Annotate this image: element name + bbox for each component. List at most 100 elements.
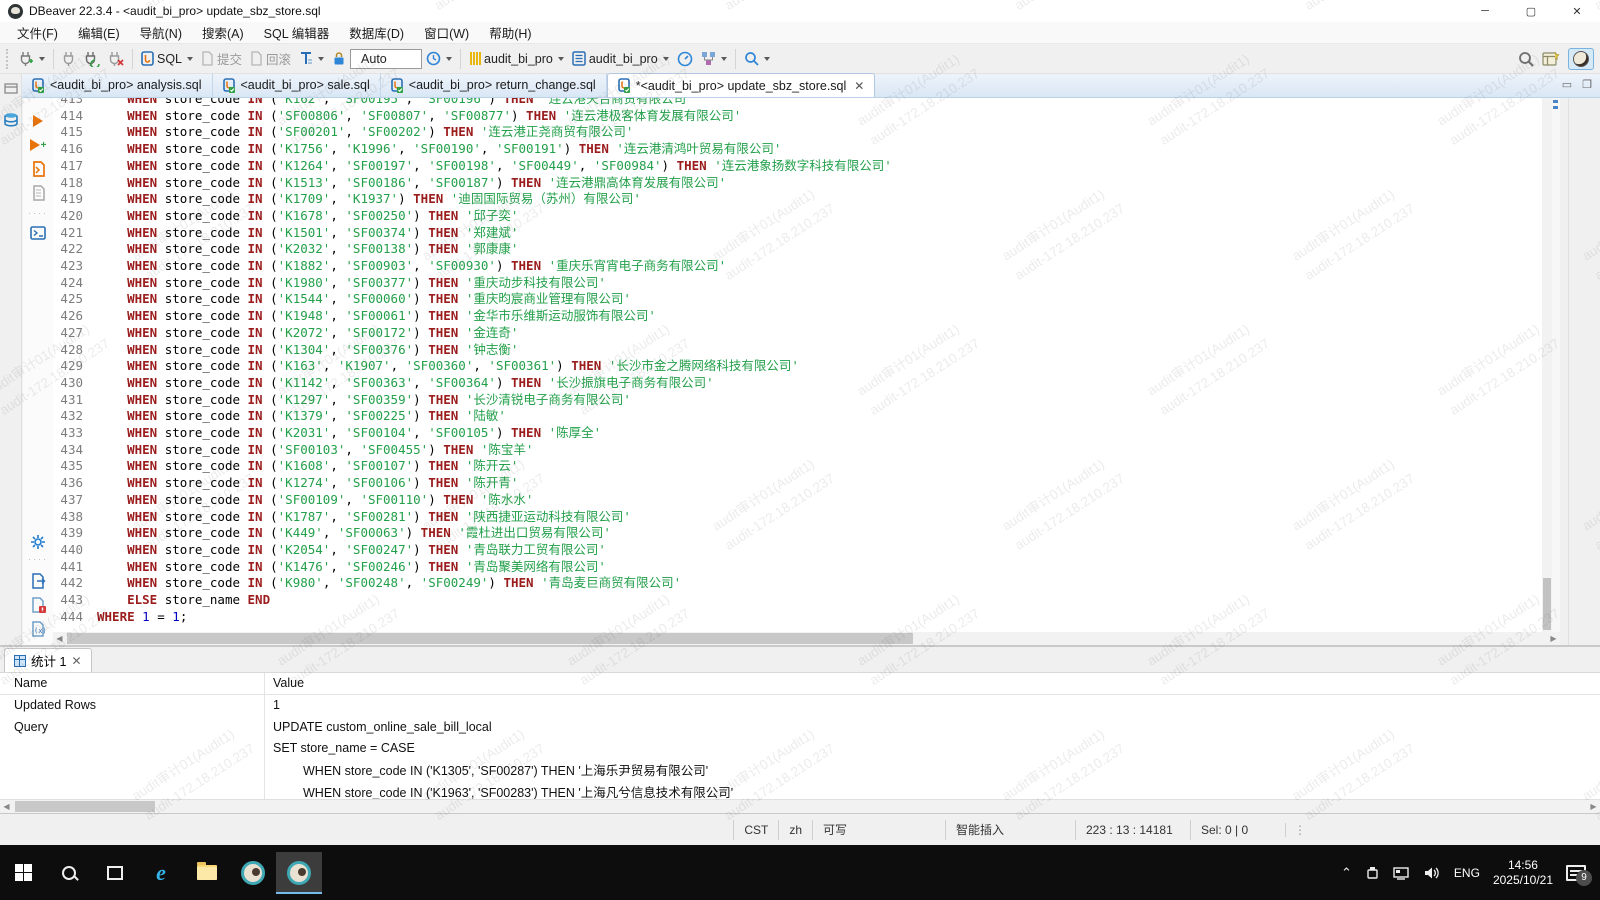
editor-tab-2[interactable]: <audit_bi_pro> return_change.sql — [381, 73, 607, 97]
menu-item-4[interactable]: SQL 编辑器 — [255, 21, 339, 44]
dbeaver-perspective-button[interactable] — [1568, 48, 1594, 70]
menu-item-0[interactable]: 文件(F) — [8, 21, 67, 44]
dashboard-button[interactable] — [673, 48, 697, 70]
editor-tab-3[interactable]: *<audit_bi_pro> update_sbz_store.sql✕ — [607, 73, 876, 97]
code-line[interactable]: 428 WHEN store_code IN ('K1304', 'SF0037… — [53, 342, 1542, 359]
database-navigator-icon[interactable] — [2, 111, 19, 128]
database-selector[interactable]: audit_bi_pro — [568, 48, 673, 69]
scroll-right-arrow-icon[interactable]: ▶ — [1587, 800, 1600, 813]
settings-gear-icon[interactable] — [28, 533, 48, 551]
editor-vertical-scrollbar[interactable] — [1542, 98, 1552, 632]
code-line[interactable]: 438 WHEN store_code IN ('K1787', 'SF0028… — [53, 509, 1542, 526]
code-line[interactable]: 431 WHEN store_code IN ('K1297', 'SF0035… — [53, 392, 1542, 409]
code-line[interactable]: 444WHERE 1 = 1; — [53, 609, 1542, 626]
execute-new-tab-button[interactable]: + — [28, 136, 48, 154]
commit-button[interactable]: 提交 — [197, 46, 246, 71]
code-line[interactable]: 439 WHEN store_code IN ('K449', 'SF00063… — [53, 525, 1542, 542]
input-language[interactable]: ENG — [1454, 866, 1480, 880]
editor-horizontal-scrollbar[interactable]: ◀ ▶ — [53, 632, 1560, 645]
code-line[interactable]: 421 WHEN store_code IN ('K1501', 'SF0037… — [53, 225, 1542, 242]
usb-device-icon[interactable] — [1365, 866, 1380, 880]
editor-tab-0[interactable]: <audit_bi_pro> analysis.sql — [22, 73, 213, 97]
disconnect-button[interactable] — [58, 48, 80, 70]
dbeaver-taskbar-button-active[interactable] — [276, 852, 322, 894]
stat-row[interactable]: SET store_name = CASE — [0, 738, 1600, 760]
code-line[interactable]: 429 WHEN store_code IN ('K163', 'K1907',… — [53, 358, 1542, 375]
stats-col-value[interactable]: Value — [265, 676, 304, 690]
stat-row[interactable]: Updated Rows1 — [0, 695, 1600, 717]
quick-access-search-icon[interactable] — [1518, 51, 1534, 67]
code-line[interactable]: 415 WHEN store_code IN ('SF00201', 'SF00… — [53, 124, 1542, 141]
internet-explorer-button[interactable]: e — [138, 852, 184, 894]
code-line[interactable]: 423 WHEN store_code IN ('K1882', 'SF0090… — [53, 258, 1542, 275]
menu-item-3[interactable]: 搜索(A) — [193, 21, 253, 44]
connection-selector[interactable]: audit_bi_pro — [465, 48, 568, 69]
status-caret-position[interactable]: 223 : 13 : 14181 — [1075, 820, 1190, 840]
file-explorer-button[interactable] — [184, 852, 230, 894]
code-line[interactable]: 424 WHEN store_code IN ('K1980', 'SF0037… — [53, 275, 1542, 292]
code-line[interactable]: 419 WHEN store_code IN ('K1709', 'K1937'… — [53, 191, 1542, 208]
code-line[interactable]: 441 WHEN store_code IN ('K1476', 'SF0024… — [53, 559, 1542, 576]
minimize-panel-icon[interactable]: ▭ — [1562, 78, 1572, 91]
code-line[interactable]: 427 WHEN store_code IN ('K2072', 'SF0017… — [53, 325, 1542, 342]
code-line[interactable]: 413 WHEN store_code IN ('K162', 'SF00195… — [53, 98, 1542, 108]
execute-script-button[interactable] — [28, 160, 48, 178]
menu-item-7[interactable]: 帮助(H) — [480, 21, 540, 44]
perspective-icon[interactable] — [1542, 51, 1560, 67]
code-line[interactable]: 425 WHEN store_code IN ('K1544', 'SF0006… — [53, 291, 1542, 308]
maximize-button[interactable]: ▢ — [1508, 0, 1554, 22]
task-view-button[interactable] — [92, 852, 138, 894]
code-line[interactable]: 420 WHEN store_code IN ('K1678', 'SF0025… — [53, 208, 1542, 225]
code-line[interactable]: 426 WHEN store_code IN ('K1948', 'SF0006… — [53, 308, 1542, 325]
code-line[interactable]: 436 WHEN store_code IN ('K1274', 'SF0010… — [53, 475, 1542, 492]
start-button[interactable] — [0, 852, 46, 894]
code-line[interactable]: 443 ELSE store_name END — [53, 592, 1542, 609]
code-line[interactable]: 418 WHEN store_code IN ('K1513', 'SF0018… — [53, 175, 1542, 192]
rollback-button[interactable]: 回滚 — [246, 46, 295, 71]
overview-ruler[interactable] — [1552, 98, 1560, 632]
stats-col-name[interactable]: Name — [0, 673, 265, 694]
code-line[interactable]: 433 WHEN store_code IN ('K2031', 'SF0010… — [53, 425, 1542, 442]
stat-row[interactable]: QueryUPDATE custom_online_sale_bill_loca… — [0, 716, 1600, 738]
sql-console-button[interactable] — [28, 224, 48, 242]
code-line[interactable]: 417 WHEN store_code IN ('K1264', 'SF0019… — [53, 158, 1542, 175]
clock[interactable]: 14:56 2025/10/21 — [1493, 858, 1553, 888]
scroll-left-arrow-icon[interactable]: ◀ — [0, 800, 13, 813]
validation-error-doc-icon[interactable] — [28, 596, 48, 614]
action-center-icon[interactable]: 9 — [1566, 865, 1586, 881]
menu-item-5[interactable]: 数据库(D) — [340, 21, 413, 44]
dbeaver-taskbar-button[interactable] — [230, 852, 276, 894]
code-line[interactable]: 422 WHEN store_code IN ('K2032', 'SF0013… — [53, 241, 1542, 258]
code-line[interactable]: 432 WHEN store_code IN ('K1379', 'SF0022… — [53, 408, 1542, 425]
stat-row[interactable]: WHEN store_code IN ('K1963', 'SF00283') … — [0, 781, 1600, 800]
panel-horizontal-scrollbar[interactable]: ◀ ▶ — [0, 799, 1600, 813]
code-line[interactable]: 434 WHEN store_code IN ('SF00103', 'SF00… — [53, 442, 1542, 459]
close-icon[interactable]: ✕ — [71, 654, 81, 668]
disconnect-all-button[interactable] — [104, 48, 128, 70]
sql-editor-button[interactable]: SQL — [137, 48, 197, 69]
restore-panel-icon[interactable] — [2, 80, 19, 97]
code-line[interactable]: 435 WHEN store_code IN ('K1608', 'SF0010… — [53, 458, 1542, 475]
transaction-log-button[interactable] — [295, 48, 328, 69]
editor-tab-1[interactable]: <audit_bi_pro> sale.sql — [213, 73, 381, 97]
close-button[interactable]: ✕ — [1554, 0, 1600, 22]
lock-button[interactable] — [328, 48, 350, 69]
explain-plan-button[interactable] — [28, 184, 48, 202]
menu-item-2[interactable]: 导航(N) — [131, 21, 191, 44]
code-line[interactable]: 440 WHEN store_code IN ('K2054', 'SF0024… — [53, 542, 1542, 559]
variables-doc-icon[interactable]: (x) — [28, 620, 48, 638]
tab-statistics[interactable]: 统计 1 ✕ — [4, 648, 92, 672]
execute-statement-button[interactable] — [28, 112, 48, 130]
network-icon[interactable] — [1393, 866, 1411, 880]
reconnect-button[interactable] — [80, 48, 104, 70]
stat-row[interactable]: WHEN store_code IN ('K1305', 'SF00287') … — [0, 759, 1600, 781]
sql-editor[interactable]: 413 WHEN store_code IN ('K162', 'SF00195… — [53, 98, 1560, 645]
tray-expand-icon[interactable]: ⌃ — [1341, 865, 1352, 881]
close-icon[interactable]: ✕ — [854, 79, 864, 93]
code-line[interactable]: 442 WHEN store_code IN ('K980', 'SF00248… — [53, 575, 1542, 592]
minimize-button[interactable]: ─ — [1462, 0, 1508, 22]
menu-item-6[interactable]: 窗口(W) — [415, 21, 478, 44]
code-line[interactable]: 437 WHEN store_code IN ('SF00109', 'SF00… — [53, 492, 1542, 509]
new-connection-button[interactable] — [14, 48, 49, 70]
code-line[interactable]: 430 WHEN store_code IN ('K1142', 'SF0036… — [53, 375, 1542, 392]
